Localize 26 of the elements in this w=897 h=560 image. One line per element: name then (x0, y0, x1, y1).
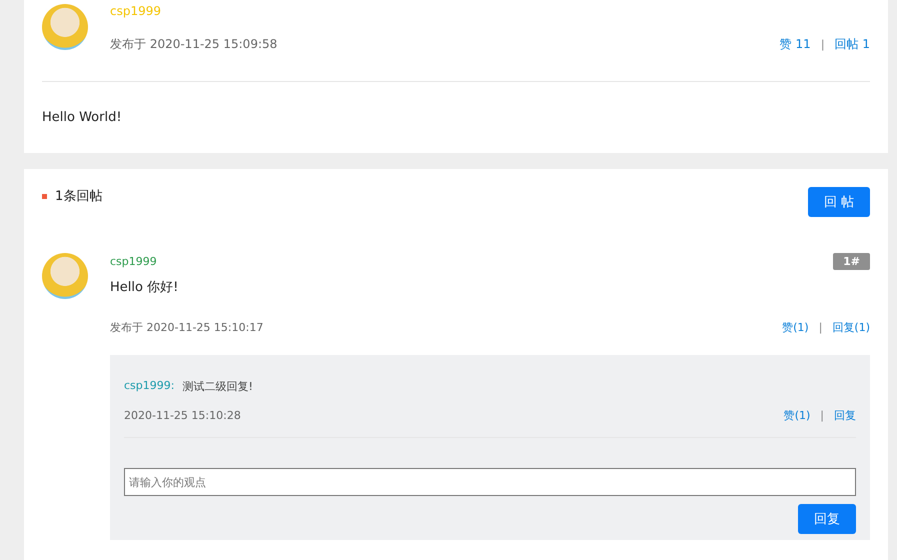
like-link[interactable]: 赞(1) (782, 320, 809, 335)
floor-label: 1# (833, 253, 870, 270)
reply-button[interactable]: 回 帖 (808, 187, 870, 217)
avatar (42, 253, 88, 299)
sub-author: csp1999: (124, 379, 174, 394)
separator: | (820, 409, 824, 422)
author-name: csp1999 (110, 255, 157, 268)
replies-title: 1条回帖 (55, 188, 102, 205)
post-time: 发布于 2020-11-25 15:09:58 (110, 36, 278, 53)
separator: | (820, 38, 825, 51)
submit-button[interactable]: 回复 (798, 504, 856, 534)
separator: | (818, 321, 822, 334)
reply-link[interactable]: 回复(1) (832, 320, 870, 335)
like-link[interactable]: 赞(1) (784, 408, 810, 423)
square-icon (42, 194, 47, 198)
reply-link[interactable]: 回复 (834, 408, 856, 423)
post-body: Hello World! (42, 110, 123, 125)
input-field[interactable]: 请输入你的观点 (124, 468, 856, 496)
reply-body: Hello 你好! (110, 279, 180, 296)
avatar (42, 4, 88, 50)
sub-reply-time: 2020-11-25 15:10:28 (124, 409, 241, 422)
replies-link[interactable]: 回帖 1 (834, 36, 870, 53)
reply-time: 发布于 2020-11-25 15:10:17 (110, 320, 264, 335)
sub-reply-body: 测试二级回复! (182, 379, 253, 394)
author-name: csp1999 (110, 4, 162, 18)
like-link[interactable]: 赞 11 (780, 36, 811, 53)
